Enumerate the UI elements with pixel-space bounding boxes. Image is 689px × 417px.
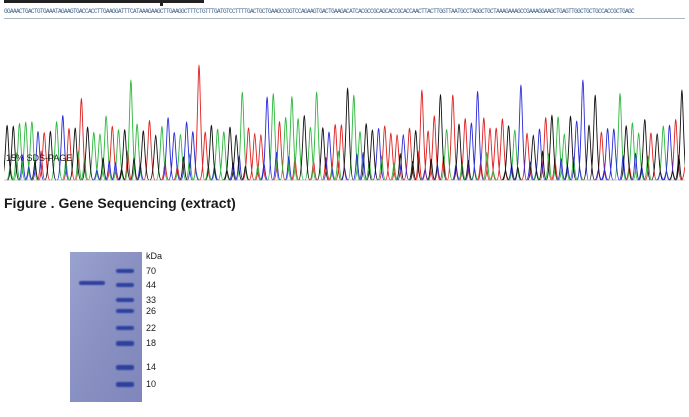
marker-label-70: 70 bbox=[146, 266, 156, 276]
marker-band-26 bbox=[116, 309, 134, 313]
sample-band bbox=[79, 281, 105, 285]
marker-label-33: 33 bbox=[146, 295, 156, 305]
marker-label-44: 44 bbox=[146, 280, 156, 290]
top-divider-tick bbox=[160, 0, 163, 6]
figure-caption: Figure . Gene Sequencing (extract) bbox=[4, 195, 236, 211]
gel-caption: 15% SDS-PAGE bbox=[6, 153, 73, 163]
marker-band-10 bbox=[116, 382, 134, 387]
gel-unit-label: kDa bbox=[146, 251, 162, 261]
top-divider bbox=[4, 0, 204, 3]
marker-band-44 bbox=[116, 283, 134, 287]
marker-label-22: 22 bbox=[146, 323, 156, 333]
sequence-underline bbox=[4, 18, 685, 19]
marker-band-14 bbox=[116, 365, 134, 370]
marker-band-70 bbox=[116, 269, 134, 273]
marker-label-10: 10 bbox=[146, 379, 156, 389]
marker-label-26: 26 bbox=[146, 306, 156, 316]
marker-band-18 bbox=[116, 341, 134, 346]
marker-band-33 bbox=[116, 298, 134, 302]
marker-band-22 bbox=[116, 326, 134, 330]
sds-page-gel-figure: 70 44 3326 22 18 14 10 kDa bbox=[70, 251, 162, 402]
sequence-text: GGAAACTGACTGTGAAATAGAAGTGACCACCTTGAAGGAT… bbox=[4, 8, 635, 15]
marker-label-14: 14 bbox=[146, 362, 156, 372]
sequencing-chromatogram bbox=[4, 64, 685, 181]
marker-label-18: 18 bbox=[146, 338, 156, 348]
